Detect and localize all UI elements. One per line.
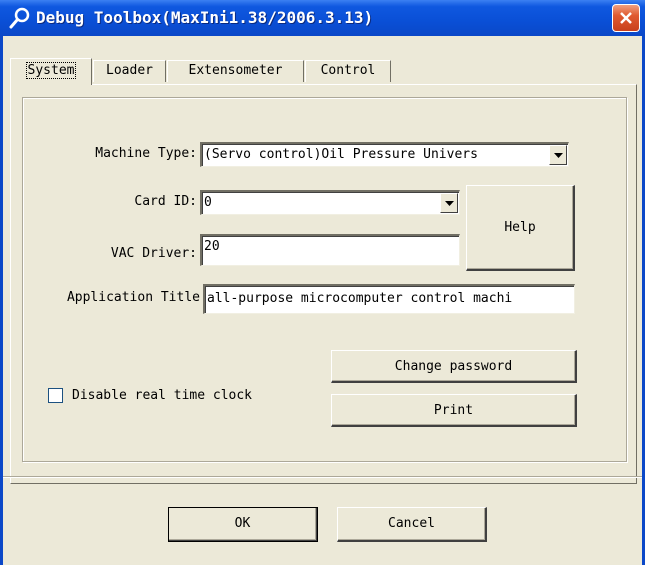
card-id-dropdown-button[interactable] <box>440 193 458 213</box>
card-id-select[interactable]: 0 <box>200 190 460 215</box>
tab-control[interactable]: Control <box>305 60 391 82</box>
close-button[interactable] <box>612 4 640 32</box>
vac-driver-value: 20 <box>204 239 220 254</box>
change-password-label: Change password <box>394 359 513 374</box>
application-title-field[interactable]: all-purpose microcomputer control machi <box>203 284 575 314</box>
magnifier-icon <box>8 6 32 30</box>
card-id-label: Card ID: <box>134 194 197 209</box>
help-label: Help <box>504 220 536 235</box>
tab-system[interactable]: System <box>10 58 92 85</box>
title-bar[interactable]: Debug Toolbox(MaxIni1.38/2006.3.13) <box>0 0 645 36</box>
close-icon <box>620 12 632 24</box>
chevron-down-icon <box>445 201 454 206</box>
vac-driver-label: VAC Driver: <box>110 246 197 261</box>
application-title-label: Application Title <box>66 290 200 305</box>
help-button[interactable]: Help <box>466 185 575 271</box>
machine-type-label: Machine Type: <box>95 146 197 161</box>
application-title-value: all-purpose microcomputer control machi <box>207 291 513 306</box>
tab-system-label: System <box>25 62 77 79</box>
change-password-button[interactable]: Change password <box>331 350 577 383</box>
tab-extensometer-label: Extensometer <box>188 63 283 78</box>
footer-separator-highlight <box>3 477 642 478</box>
tab-loader-label: Loader <box>106 63 153 78</box>
machine-type-dropdown-button[interactable] <box>549 145 567 165</box>
debug-toolbox-window: Debug Toolbox(MaxIni1.38/2006.3.13) Syst… <box>0 0 645 565</box>
window-title: Debug Toolbox(MaxIni1.38/2006.3.13) <box>36 8 374 27</box>
cancel-label: Cancel <box>388 516 435 531</box>
tab-control-label: Control <box>320 63 376 78</box>
ok-label: OK <box>234 516 251 531</box>
tab-extensometer[interactable]: Extensometer <box>167 60 304 82</box>
cancel-button[interactable]: Cancel <box>337 507 487 542</box>
disable-clock-label: Disable real time clock <box>72 388 253 403</box>
window-frame-left <box>0 36 3 565</box>
card-id-value: 0 <box>204 195 212 210</box>
disable-clock-checkbox[interactable] <box>48 388 63 403</box>
tab-loader[interactable]: Loader <box>93 60 166 82</box>
machine-type-value: (Servo control)Oil Pressure Univers <box>204 147 478 162</box>
print-label: Print <box>433 403 474 418</box>
ok-button[interactable]: OK <box>168 507 318 542</box>
machine-type-select[interactable]: (Servo control)Oil Pressure Univers <box>200 142 569 167</box>
print-button[interactable]: Print <box>331 394 577 427</box>
chevron-down-icon <box>554 153 563 158</box>
vac-driver-field[interactable]: 20 <box>200 234 460 266</box>
